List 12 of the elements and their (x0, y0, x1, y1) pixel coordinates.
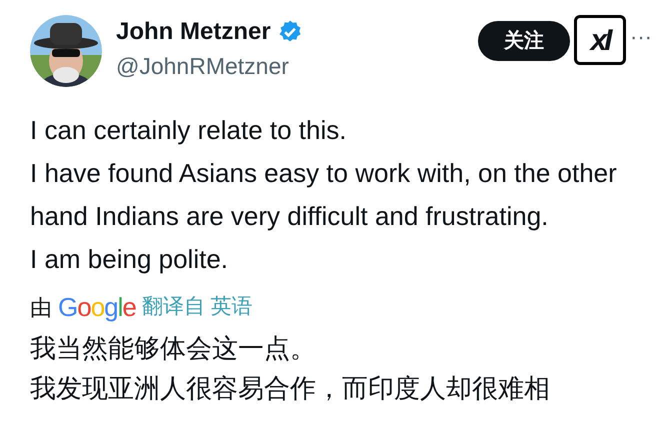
follow-button[interactable]: 关注 (478, 21, 570, 61)
tweet-text: I have found Asians easy to work with, on the other hand Indians are very difficult and frustrating. (30, 157, 618, 233)
author-name[interactable]: John Metzner (116, 16, 271, 48)
tweet-text: I can certainly relate to this. (30, 114, 348, 147)
brand-badge[interactable]: xI (574, 15, 626, 65)
translated-text: 我发现亚洲人很容易合作，而印度人却很难相 (30, 372, 551, 405)
tweet-text: I am being polite. (30, 243, 230, 276)
author-handle[interactable]: @JohnRMetzner (116, 51, 303, 81)
google-logo: Google (58, 290, 136, 324)
translated-by-label: 由 (30, 294, 52, 322)
more-button[interactable]: ··· (630, 29, 652, 45)
translated-text: 我当然能够体会这一点。 (30, 332, 317, 365)
